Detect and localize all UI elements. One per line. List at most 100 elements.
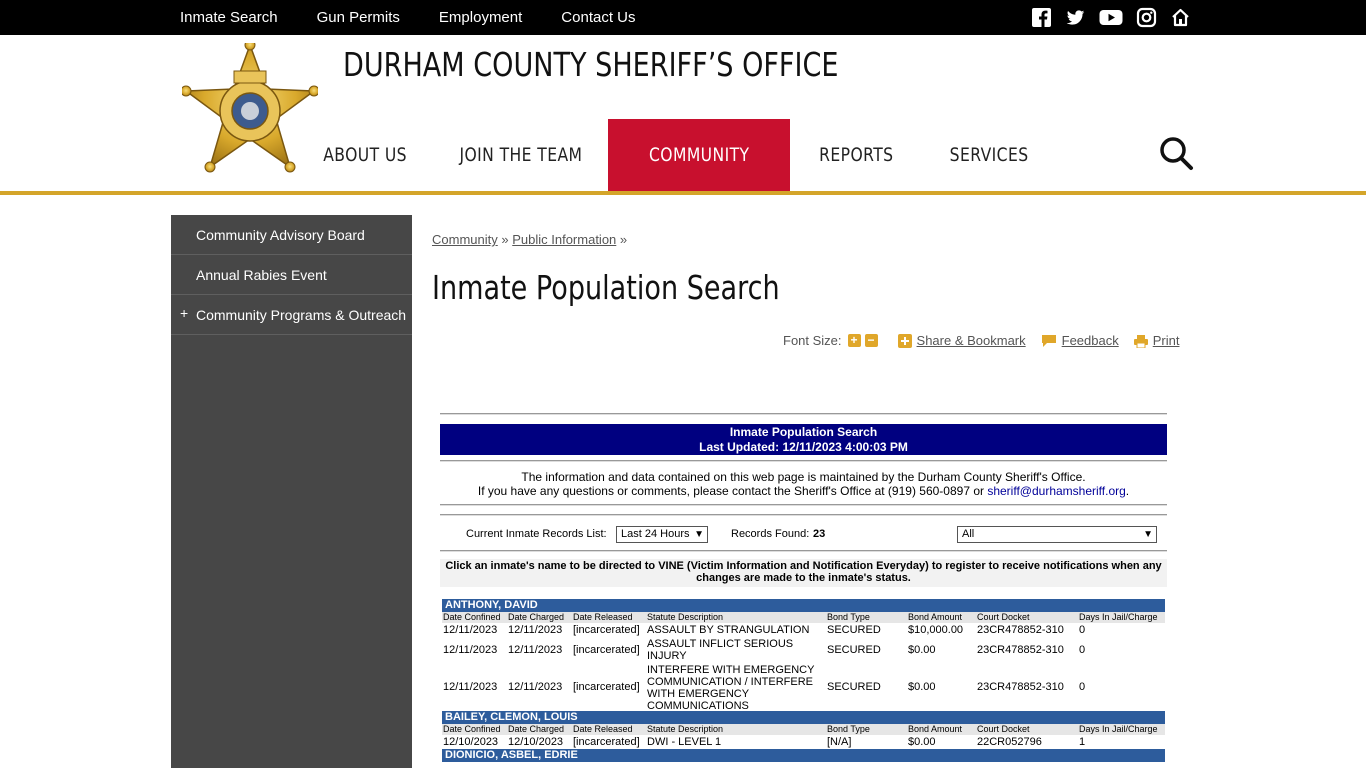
gun-permits-link[interactable]: Gun Permits [317,9,400,26]
charge-cell: [incarcerated] [573,736,640,748]
inmate-name-link[interactable]: DIONICIO, ASBEL, EDRIE [442,749,1165,762]
column-header: Statute Description [647,724,724,734]
share-icon[interactable] [897,333,912,348]
nav-reports[interactable]: REPORTS [810,119,902,191]
charge-cell: 12/11/2023 [508,681,563,693]
app-title-band: Inmate Population Search Last Updated: 1… [440,424,1167,455]
sheriff-email-link[interactable]: sheriff@durhamsheriff.org [987,484,1125,498]
sheriff-badge-logo[interactable] [180,39,320,173]
sidebar: Community Advisory Board Annual Rabies E… [171,215,412,768]
column-header: Statute Description [647,612,724,622]
records-list-label: Current Inmate Records List: [466,528,607,540]
column-header: Date Confined [443,724,501,734]
sidebar-item-annual-rabies-event[interactable]: Annual Rabies Event [171,255,412,295]
charge-cell: SECURED [827,624,881,636]
charge-cell: [incarcerated] [573,681,640,693]
charge-cell: $0.00 [908,736,936,748]
instagram-icon[interactable] [1136,7,1157,28]
column-header: Court Docket [977,612,1030,622]
charge-cell: ASSAULT INFLICT SERIOUS INJURY [647,638,794,662]
chevron-down-icon: ▼ [694,529,704,540]
records-found-label: Records Found: [731,528,810,540]
charge-cell: SECURED [827,681,881,693]
feedback-link[interactable]: Feedback [1062,333,1119,348]
divider [440,460,1167,462]
font-increase-button[interactable]: + [847,334,861,347]
share-bookmark-link[interactable]: Share & Bookmark [917,333,1026,348]
facebook-icon[interactable] [1031,7,1052,28]
divider [440,550,1167,552]
inmate-search-link[interactable]: Inmate Search [180,9,278,26]
charge-cell: 12/11/2023 [443,644,498,656]
column-header: Court Docket [977,724,1030,734]
charge-cell: INTERFERE WITH EMERGENCY COMMUNICATION /… [647,664,815,712]
breadcrumb: Community » Public Information » [432,232,627,247]
charge-cell: 0 [1079,624,1086,636]
home-icon[interactable] [1170,7,1191,28]
chevron-down-icon: ▼ [1143,529,1153,540]
expand-icon[interactable]: + [180,305,188,321]
site-title: DURHAM COUNTY SHERIFF’S OFFICE [343,45,839,84]
nav-community[interactable]: COMMUNITY [608,119,790,191]
charge-row: 12/11/2023 12/11/2023 [incarcerated] ASSAUL… [442,637,1165,663]
column-header: Bond Type [827,724,870,734]
charge-row: 12/10/2023 12/10/2023 [incarcerated] DWI - … [442,735,1165,749]
filter-select[interactable]: All ▼ [957,526,1157,543]
print-link[interactable]: Print [1153,333,1180,348]
page-tools: Font Size: + − Share & Bookmark Feedback… [783,333,1179,348]
breadcrumb-separator: » [501,232,509,247]
twitter-icon[interactable] [1065,7,1086,28]
inmate-name-link[interactable]: BAILEY, CLEMON, LOUIS [442,711,1165,724]
breadcrumb-public-information[interactable]: Public Information [512,232,616,247]
feedback-icon[interactable] [1041,334,1057,348]
charge-row: 12/11/2023 12/11/2023 [incarcerated] ASSAUL… [442,623,1165,637]
nav-about-us[interactable]: ABOUT US [310,119,420,191]
column-header: Date Released [573,724,633,734]
column-header: Days In Jail/Charge [1079,724,1158,734]
charge-cell: 12/11/2023 [508,624,563,636]
column-header: Bond Amount [908,724,963,734]
charge-cell: 12/11/2023 [508,644,563,656]
records-list-select[interactable]: Last 24 Hours ▼ [616,526,708,543]
charge-cell: $0.00 [908,681,936,693]
charge-cell: 12/11/2023 [443,624,498,636]
column-header: Date Charged [508,724,565,734]
charge-cell: 0 [1079,644,1086,656]
charge-cell: 0 [1079,681,1086,693]
social-icons [1031,7,1191,28]
breadcrumb-community[interactable]: Community [432,232,498,247]
app-info: The information and data contained on th… [477,470,1130,498]
charge-row: 12/11/2023 12/11/2023 [incarcerated] INTERF… [442,663,1165,712]
nav-services[interactable]: SERVICES [938,119,1040,191]
column-header: Date Confined [443,612,501,622]
divider [440,504,1167,506]
column-header: Bond Type [827,612,870,622]
charge-cell: 23CR478852-310 [977,644,1064,656]
top-utility-bar: Inmate Search Gun Permits Employment Con… [0,0,1366,35]
breadcrumb-separator: » [619,232,628,247]
column-header: Date Charged [508,612,565,622]
records-found-count: 23 [813,528,826,540]
charge-cell: ASSAULT BY STRANGULATION [647,624,810,636]
youtube-icon[interactable] [1099,7,1123,28]
column-header: Bond Amount [908,612,963,622]
charge-cell: 12/11/2023 [443,681,498,693]
print-icon[interactable] [1133,334,1148,348]
inmate-name-link[interactable]: ANTHONY, DAVID [442,599,1165,612]
font-decrease-button[interactable]: − [864,334,878,347]
sidebar-item-community-advisory-board[interactable]: Community Advisory Board [171,215,412,255]
search-icon[interactable] [1158,135,1194,171]
site-header: DURHAM COUNTY SHERIFF’S OFFICE ABOUT US … [0,35,1366,195]
charge-cell: [incarcerated] [573,644,640,656]
column-headers: Date Confined Date Charged Date Released St… [442,612,1165,623]
vine-note: Click an inmate's name to be directed to… [440,559,1167,587]
nav-join-the-team[interactable]: JOIN THE TEAM [452,119,590,191]
contact-us-link[interactable]: Contact Us [561,9,635,26]
divider [440,413,1167,415]
charge-cell: 12/10/2023 [508,736,564,748]
page-title: Inmate Population Search [432,268,780,307]
employment-link[interactable]: Employment [439,9,522,26]
sidebar-item-community-programs[interactable]: + Community Programs & Outreach [171,295,412,335]
last-updated: Last Updated: 12/11/2023 4:00:03 PM [699,440,908,454]
column-header: Days In Jail/Charge [1079,612,1158,622]
